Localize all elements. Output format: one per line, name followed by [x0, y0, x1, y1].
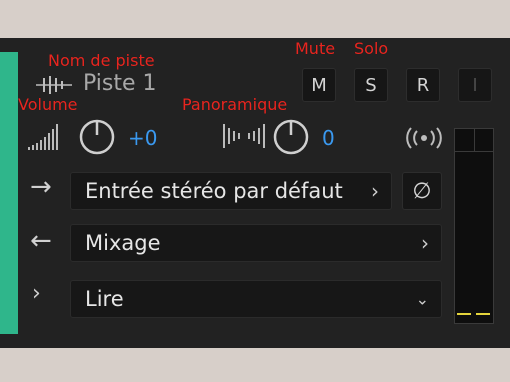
waveform-icon: [36, 76, 72, 94]
input-select-label: Entrée stéréo par défaut: [85, 179, 343, 203]
meter-clip-divider: [455, 151, 493, 152]
annotation-mute: Mute: [295, 39, 336, 58]
track-color-strip[interactable]: [0, 52, 18, 334]
level-meter: [454, 128, 494, 324]
input-monitor-button[interactable]: I: [458, 68, 492, 102]
phase-invert-button[interactable]: ∅: [402, 172, 442, 210]
expand-chevron-icon[interactable]: ›: [32, 281, 41, 306]
meter-peak-left: [457, 313, 471, 315]
pan-value[interactable]: 0: [322, 126, 335, 150]
volume-icon: [28, 124, 58, 150]
volume-knob[interactable]: [78, 118, 116, 156]
volume-value[interactable]: +0: [128, 126, 157, 150]
pan-icon: [223, 124, 265, 148]
annotation-volume: Volume: [18, 95, 78, 114]
solo-button[interactable]: S: [354, 68, 388, 102]
meter-peak-right: [476, 313, 490, 315]
broadcast-icon[interactable]: [404, 126, 444, 150]
chevron-right-icon: ›: [371, 179, 379, 203]
chevron-right-icon: ›: [421, 231, 429, 255]
input-select[interactable]: Entrée stéréo par défaut ›: [70, 172, 392, 210]
chevron-down-icon: ⌄: [415, 289, 429, 309]
record-arm-button[interactable]: R: [406, 68, 440, 102]
automation-mode-label: Lire: [85, 287, 124, 311]
annotation-track-name: Nom de piste: [48, 51, 155, 70]
annotation-pan: Panoramique: [182, 95, 288, 114]
annotation-solo: Solo: [354, 39, 389, 58]
output-arrow-icon: ←: [30, 226, 52, 256]
automation-mode-select[interactable]: Lire ⌄: [70, 280, 442, 318]
track-name[interactable]: Piste 1: [83, 71, 157, 96]
mute-button[interactable]: M: [302, 68, 336, 102]
pan-knob[interactable]: [272, 118, 310, 156]
meter-channel-divider: [474, 129, 475, 151]
output-select-label: Mixage: [85, 231, 161, 255]
output-select[interactable]: Mixage ›: [70, 224, 442, 262]
input-arrow-icon: →: [30, 172, 52, 202]
